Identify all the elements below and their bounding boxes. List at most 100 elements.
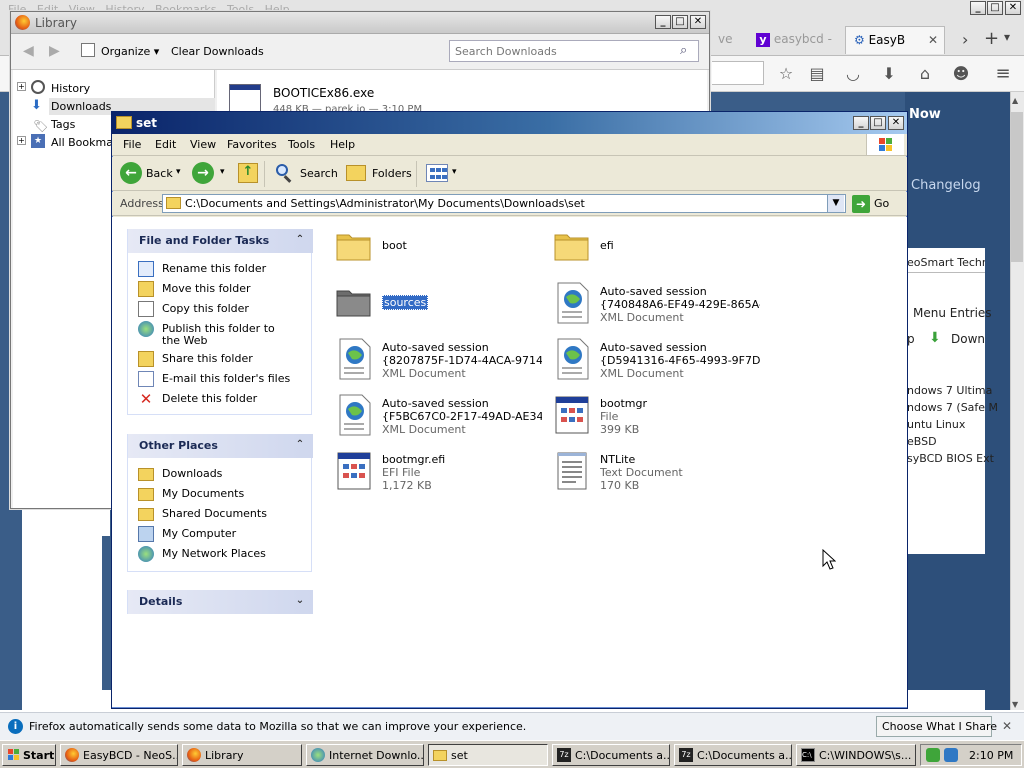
collapse-chevron-icon[interactable]: ⌃ [293,233,307,247]
menu-help[interactable]: Help [330,138,355,151]
neosmart-text: eoSmart Techr [907,256,985,269]
taskbar-library[interactable]: Library [182,744,302,766]
expand-bookmarks-icon[interactable]: + [17,136,26,145]
ff-minimize-button[interactable]: _ [970,1,986,15]
reading-list-icon[interactable]: ▤ [808,65,826,83]
up-folder-icon[interactable]: ↑ [238,163,258,183]
library-close-button[interactable]: ✕ [690,15,706,29]
library-maximize-button[interactable]: □ [672,15,688,29]
entry-2[interactable]: ndows 7 (Safe M [907,401,998,414]
explorer-titlebar[interactable]: set _ □ ✕ [112,112,907,134]
clock[interactable]: 2:10 PM [969,749,1013,762]
up-button[interactable]: p [907,332,915,346]
go-arrow-icon[interactable]: ➜ [852,195,870,213]
hamburger-menu-icon[interactable]: ≡ [994,65,1012,83]
file-item-sources[interactable]: sources [334,281,534,331]
address-field[interactable]: C:\Documents and Settings\Administrator\… [162,194,846,213]
webpage-white-panel [22,510,102,690]
views-dropdown-icon[interactable]: ▾ [452,167,457,177]
webpage-scrollbar-thumb[interactable] [1011,112,1023,262]
menu-edit[interactable]: Edit [155,138,176,151]
forward-dropdown-icon[interactable]: ▾ [220,167,225,177]
scroll-up-arrow-icon[interactable]: ▲ [1012,96,1018,105]
download-filename[interactable]: BOOTICEx86.exe [273,86,374,100]
forward-arrow-icon[interactable]: → [192,162,214,184]
file-item-xml-3[interactable]: Auto-saved session {D5941316-4F65-4993-9… [552,337,760,387]
ff-urlbar[interactable] [712,61,764,85]
folders-button[interactable]: Folders [372,167,412,180]
star-icon[interactable]: ☆ [777,65,795,83]
close-notification-icon[interactable]: ✕ [1002,719,1012,733]
menu-favorites[interactable]: Favorites [227,138,277,151]
file-item-efi[interactable]: efi [552,225,752,275]
down-button[interactable]: Down [951,332,985,346]
entry-5[interactable]: syBCD BIOS Ext [907,452,994,465]
home-icon[interactable]: ⌂ [916,65,934,83]
menu-view[interactable]: View [190,138,216,151]
tray-network-icon[interactable] [926,748,940,762]
entry-3[interactable]: untu Linux [907,418,965,431]
new-tab-icon[interactable]: + [984,28,999,49]
chevron-down-icon[interactable]: ▾ [1004,30,1010,44]
details-header[interactable]: Details ⌄ [128,590,313,614]
other-places-header[interactable]: Other Places ⌃ [128,434,313,458]
file-item-xml-4[interactable]: Auto-saved session {F5BC67C0-2F17-49AD-A… [334,393,542,443]
download-arrow-icon[interactable]: ⬇ [880,65,898,83]
ff-tab-1[interactable]: ve [710,26,746,54]
expand-history-icon[interactable]: + [17,82,26,91]
entry-4[interactable]: eBSD [907,435,937,448]
library-minimize-button[interactable]: _ [655,15,671,29]
start-button[interactable]: Start [2,744,56,766]
ff-close-button[interactable]: ✕ [1005,1,1021,15]
menu-file[interactable]: File [123,138,141,151]
library-back-icon[interactable]: ◀ [23,43,34,59]
tree-item-downloads[interactable]: Downloads [51,100,111,113]
menu-tools[interactable]: Tools [288,138,315,151]
taskbar-7zip-1[interactable]: 7z C:\Documents a... [552,744,670,766]
address-dropdown-icon[interactable]: ▼ [827,195,844,212]
back-dropdown-icon[interactable]: ▾ [176,167,181,177]
taskbar-7zip-2[interactable]: 7z C:\Documents a... [674,744,792,766]
file-item-ntlite[interactable]: NTLite Text Document 170 KB [552,449,752,499]
explorer-maximize-button[interactable]: □ [870,116,886,130]
search-button[interactable]: Search [300,167,338,180]
library-titlebar[interactable]: Library _ □ ✕ [11,12,709,34]
choose-what-i-share-button[interactable]: Choose What I Share [876,716,997,737]
ff-maximize-button[interactable]: □ [987,1,1003,15]
collapse-chevron-icon[interactable]: ⌃ [293,438,307,452]
views-icon[interactable] [426,164,448,182]
organize-button[interactable]: Organize ▾ [101,45,159,58]
back-arrow-icon[interactable]: ← [120,162,142,184]
explorer-close-button[interactable]: ✕ [888,116,904,130]
search-downloads-field[interactable]: Search Downloads ⌕ [449,40,699,62]
back-button[interactable]: Back [146,167,173,180]
taskbar-cmd[interactable]: C:\ C:\WINDOWS\s... [796,744,916,766]
file-folder-tasks-header[interactable]: File and Folder Tasks ⌃ [128,229,313,253]
ff-tab-2[interactable]: y easybcd - [748,26,840,54]
clear-downloads-button[interactable]: Clear Downloads [171,45,264,58]
close-tab-icon[interactable]: ✕ [928,33,938,47]
search-icon[interactable]: ⌕ [680,43,687,58]
entry-1[interactable]: ndows 7 Ultima [907,384,992,397]
expand-chevron-icon[interactable]: ⌄ [293,594,307,608]
tree-item-tags[interactable]: Tags [51,118,75,131]
explorer-minimize-button[interactable]: _ [853,116,869,130]
changelog-link[interactable]: Changelog [911,178,981,193]
chevron-right-icon[interactable]: › [962,30,968,49]
scroll-down-arrow-icon[interactable]: ▼ [1012,700,1018,709]
library-forward-icon[interactable]: ▶ [49,43,60,59]
ff-tab-active[interactable]: ⚙ EasyB ✕ [845,26,945,54]
pocket-icon[interactable]: ◡ [844,65,862,83]
file-item-bootmgr-efi[interactable]: bootmgr.efi EFI File 1,172 KB [334,449,534,499]
tree-item-history[interactable]: History [51,82,90,95]
tray-app-icon[interactable] [944,748,958,762]
file-item-bootmgr[interactable]: bootmgr File 399 KB [552,393,752,443]
file-item-xml-1[interactable]: Auto-saved session {740848A6-EF49-429E-8… [552,281,760,331]
taskbar-internet-download[interactable]: Internet Downlo... [306,744,424,766]
taskbar-easybcd[interactable]: EasyBCD - NeoS... [60,744,178,766]
go-button[interactable]: Go [874,197,889,210]
taskbar-set-active[interactable]: set [428,744,548,766]
file-item-xml-2[interactable]: Auto-saved session {8207875F-1D74-4ACA-9… [334,337,542,387]
file-item-boot[interactable]: boot [334,225,534,275]
smiley-icon[interactable]: ☻ [952,65,970,83]
